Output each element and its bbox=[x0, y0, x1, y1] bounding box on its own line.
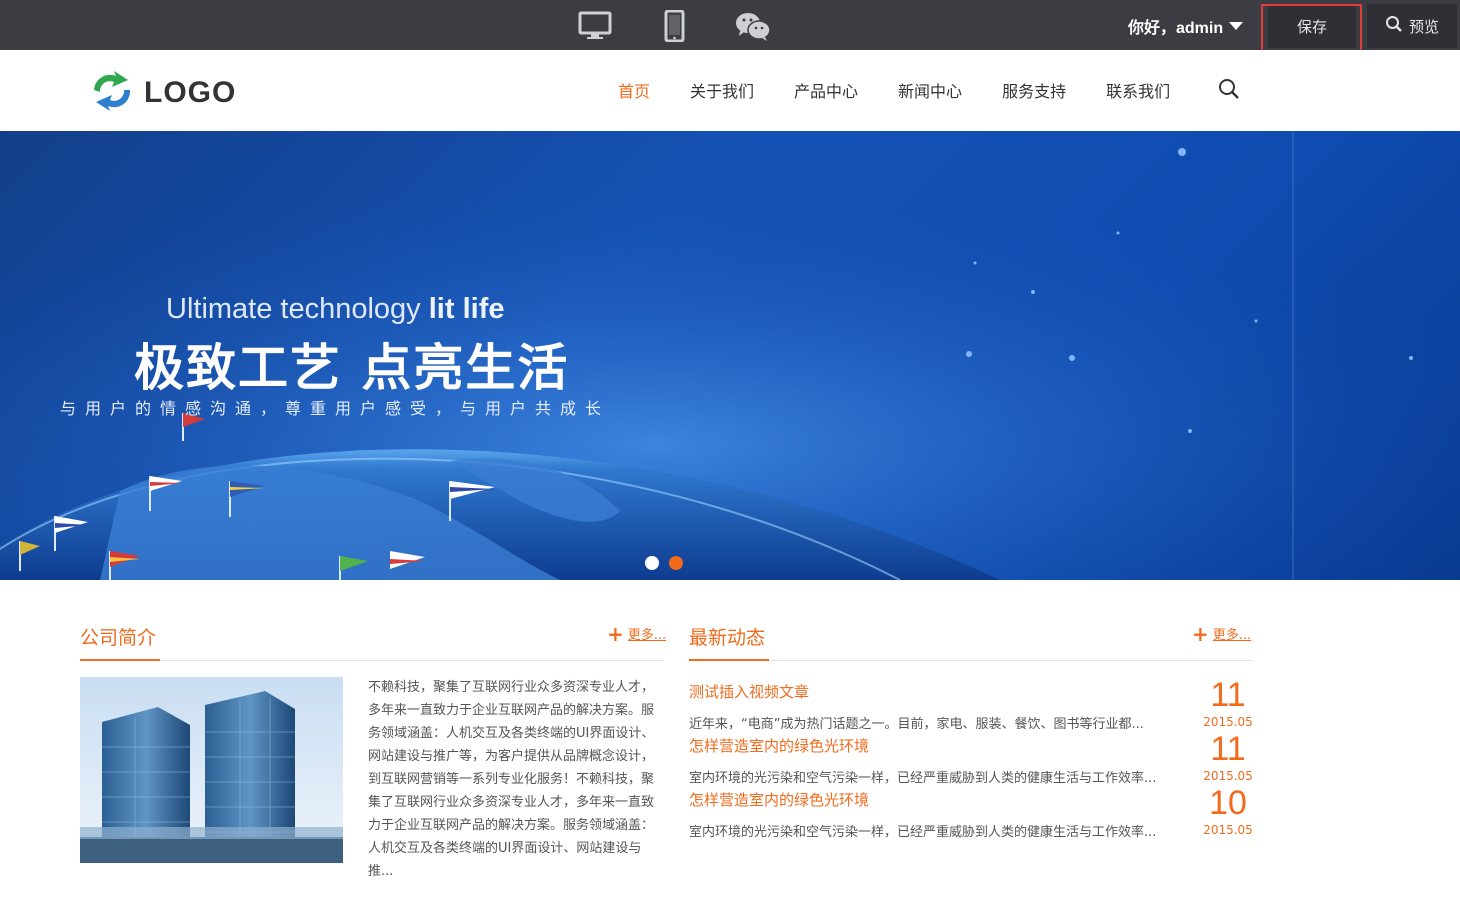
site-header: LOGO 首页 关于我们 产品中心 新闻中心 服务支持 联系我们 bbox=[0, 50, 1460, 131]
nav-item-home[interactable]: 首页 bbox=[618, 78, 650, 102]
banner-subtitle: 与用户的情感沟通，尊重用户感受，与用户共成长 bbox=[60, 399, 611, 418]
news-item-day: 11 bbox=[1210, 676, 1246, 714]
news-title-underline bbox=[689, 659, 769, 661]
nav-item-about[interactable]: 关于我们 bbox=[690, 78, 754, 102]
news-item-title[interactable]: 怎样营造室内的绿色光环境 bbox=[689, 735, 869, 756]
nav-item-products[interactable]: 产品中心 bbox=[794, 78, 858, 102]
about-section-title: 公司简介 bbox=[80, 627, 157, 649]
logo-text: LOGO bbox=[144, 76, 237, 109]
about-more-label: 更多... bbox=[627, 628, 667, 643]
banner-chinese-title: 极致工艺 点亮生活 bbox=[134, 339, 570, 397]
nav-item-support[interactable]: 服务支持 bbox=[1002, 78, 1066, 102]
about-more-link[interactable]: + 更多... bbox=[607, 621, 667, 646]
slider-dot-1[interactable] bbox=[645, 556, 659, 570]
plus-icon: + bbox=[607, 621, 624, 646]
news-divider bbox=[689, 660, 1251, 661]
news-item-desc: 近年来，“电商”成为热门话题之一。目前，家电、服装、餐饮、图书等行业都... bbox=[689, 717, 1144, 732]
search-icon bbox=[1385, 15, 1403, 37]
banner-english-title: Ultimate technology lit life bbox=[166, 293, 504, 326]
admin-toolbar: 你好，admin 保存 预览 bbox=[0, 0, 1460, 58]
mobile-view-icon[interactable] bbox=[660, 9, 696, 43]
nav-item-news[interactable]: 新闻中心 bbox=[898, 78, 962, 102]
company-building-image[interactable] bbox=[80, 677, 343, 863]
news-section-title: 最新动态 bbox=[689, 627, 766, 649]
news-item[interactable]: 怎样营造室内的绿色光环境 室内环境的光污染和空气污染一样，已经严重威胁到人类的健… bbox=[689, 731, 1253, 789]
logo-arrows-icon bbox=[86, 70, 138, 116]
news-item-day: 11 bbox=[1210, 730, 1246, 768]
about-divider bbox=[80, 660, 664, 661]
news-item-title[interactable]: 测试插入视频文章 bbox=[689, 681, 809, 702]
news-item[interactable]: 测试插入视频文章 近年来，“电商”成为热门话题之一。目前，家电、服装、餐饮、图书… bbox=[689, 677, 1253, 735]
slider-dot-2[interactable] bbox=[669, 556, 683, 570]
search-icon[interactable] bbox=[1218, 78, 1240, 100]
about-title-underline bbox=[80, 659, 160, 661]
site-logo[interactable]: LOGO bbox=[86, 70, 236, 116]
chevron-down-icon bbox=[1229, 22, 1244, 30]
save-button[interactable]: 保存 bbox=[1268, 4, 1356, 48]
banner-en-light: Ultimate technology bbox=[166, 293, 429, 325]
news-item-month: 2015.05 bbox=[1203, 715, 1253, 729]
wechat-view-icon[interactable] bbox=[735, 10, 771, 42]
news-more-label: 更多... bbox=[1212, 628, 1252, 643]
save-label: 保存 bbox=[1296, 17, 1327, 36]
news-item-month: 2015.05 bbox=[1203, 823, 1253, 837]
main-nav: 首页 关于我们 产品中心 新闻中心 服务支持 联系我们 bbox=[600, 78, 1210, 102]
nav-item-contact[interactable]: 联系我们 bbox=[1106, 78, 1170, 102]
hero-banner[interactable]: Ultimate technology lit life 极致工艺 点亮生活 与… bbox=[0, 131, 1460, 580]
about-description: 不赖科技，聚集了互联网行业众多资深专业人才，多年来一直致力于企业互联网产品的解决… bbox=[368, 680, 655, 879]
user-menu[interactable]: 你好，admin bbox=[1128, 14, 1244, 38]
greeting-text: 你好，admin bbox=[1128, 20, 1224, 37]
banner-en-bold: lit life bbox=[428, 293, 505, 325]
plus-icon: + bbox=[1192, 621, 1209, 646]
news-item-month: 2015.05 bbox=[1203, 769, 1253, 783]
news-item-desc: 室内环境的光污染和空气污染一样，已经严重威胁到人类的健康生活与工作效率... bbox=[689, 825, 1157, 840]
preview-label: 预览 bbox=[1408, 17, 1439, 36]
preview-button[interactable]: 预览 bbox=[1367, 4, 1457, 48]
news-more-link[interactable]: + 更多... bbox=[1192, 621, 1252, 646]
desktop-view-icon[interactable] bbox=[578, 10, 614, 42]
news-item-title[interactable]: 怎样营造室内的绿色光环境 bbox=[689, 789, 869, 810]
news-item-desc: 室内环境的光污染和空气污染一样，已经严重威胁到人类的健康生活与工作效率... bbox=[689, 771, 1157, 786]
news-item-day: 10 bbox=[1209, 784, 1247, 822]
news-item[interactable]: 怎样营造室内的绿色光环境 室内环境的光污染和空气污染一样，已经严重威胁到人类的健… bbox=[689, 785, 1253, 843]
